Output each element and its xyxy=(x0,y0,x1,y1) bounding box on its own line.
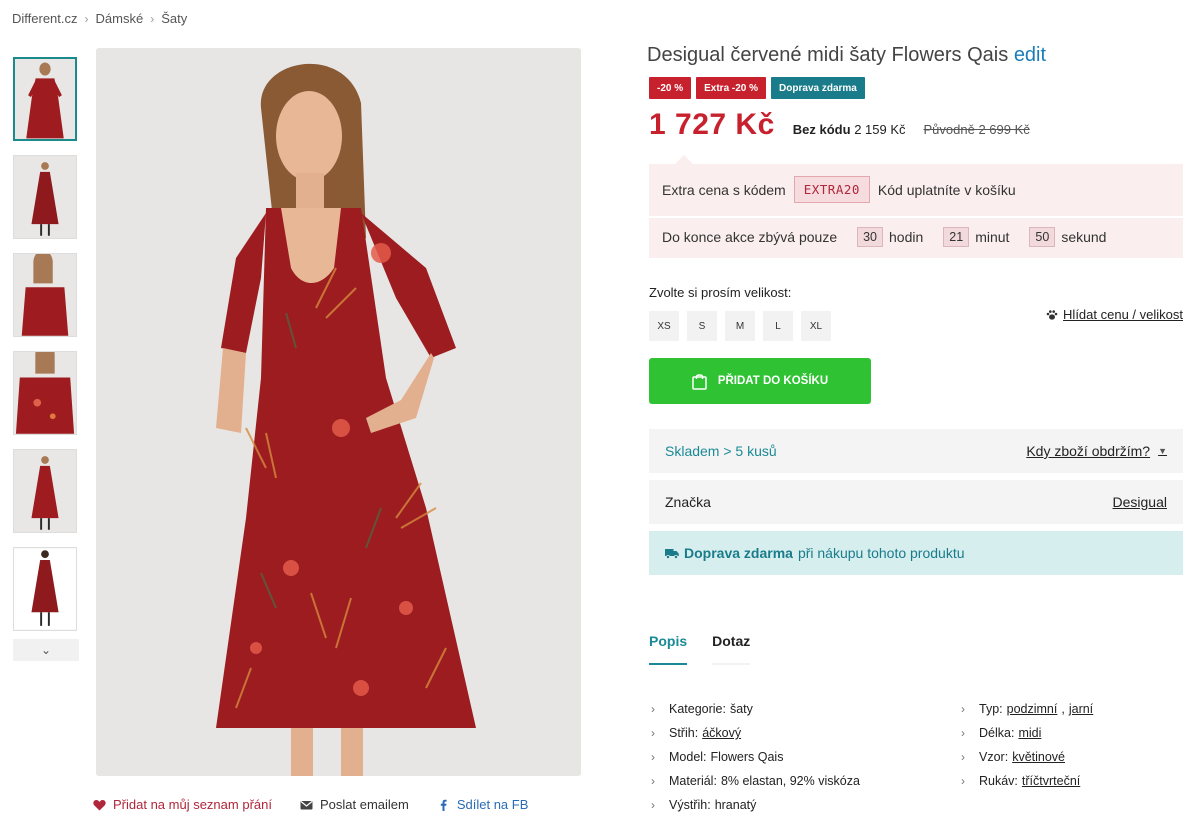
chevron-right-icon: › xyxy=(961,726,965,740)
promo-code-row: Extra cena s kódem EXTRA20 Kód uplatníte… xyxy=(662,176,1016,203)
thumbnail-2[interactable] xyxy=(13,155,77,239)
size-s[interactable]: S xyxy=(687,311,717,341)
brand-row: Značka Desigual xyxy=(649,480,1183,524)
specs-left: › Kategorie: šaty › Střih: áčkový › Model: Flo… xyxy=(649,697,959,817)
free-shipping-badge: Doprava zdarma xyxy=(771,77,865,99)
tab-question[interactable]: Dotaz xyxy=(712,633,751,665)
edit-link[interactable]: edit xyxy=(1014,44,1046,66)
chevron-down-icon[interactable]: ⌄ xyxy=(13,639,79,661)
stock-status: Skladem > 5 kusů xyxy=(665,443,777,459)
price-row: 1 727 Kč Bez kódu 2 159 Kč Původně 2 699… xyxy=(649,108,1030,142)
spec-item: › Typ: podzimní, jarní xyxy=(961,702,1094,716)
thumbnail-6[interactable] xyxy=(13,547,77,631)
countdown-row: Do konce akce zbývá pouze 30 hodin 21 mi… xyxy=(662,227,1107,247)
badges: -20 % Extra -20 % Doprava zdarma xyxy=(649,77,865,99)
product-main-image[interactable] xyxy=(96,48,581,776)
free-shipping-banner: Doprava zdarma při nákupu tohoto produkt… xyxy=(649,531,1183,575)
chevron-right-icon: › xyxy=(651,774,655,788)
paw-icon xyxy=(1046,309,1058,320)
spec-item: › Materiál: 8% elastan, 92% viskóza xyxy=(651,774,860,788)
spec-item: › Vzor: květinové xyxy=(961,750,1065,764)
spec-link[interactable]: áčkový xyxy=(702,726,741,740)
breadcrumb-home[interactable]: Different.cz xyxy=(12,11,78,26)
send-email-link[interactable]: Poslat emailem xyxy=(300,797,409,812)
size-m[interactable]: M xyxy=(725,311,755,341)
thumbnail-5[interactable] xyxy=(13,449,77,533)
size-xs[interactable]: XS xyxy=(649,311,679,341)
chevron-right-icon: › xyxy=(651,750,655,764)
chevron-right-icon: › xyxy=(961,702,965,716)
add-to-wishlist-link[interactable]: Přidat na můj seznam přání xyxy=(93,797,272,812)
spec-item: › Střih: áčkový xyxy=(651,726,742,740)
price-without-code: Bez kódu 2 159 Kč xyxy=(792,122,906,137)
size-l[interactable]: L xyxy=(763,311,793,341)
size-selector: XS S M L XL xyxy=(649,311,831,341)
original-price: Původně 2 699 Kč xyxy=(923,122,1030,137)
size-label: Zvolte si prosím velikost: xyxy=(649,285,792,300)
chevron-right-icon: › xyxy=(651,702,655,716)
spec-link[interactable]: jarní xyxy=(1069,702,1093,716)
spec-item: › Model: Flowers Qais xyxy=(651,750,784,764)
caret-down-icon: ▼ xyxy=(1158,446,1167,456)
tab-description[interactable]: Popis xyxy=(649,633,688,665)
spec-item: › Rukáv: tříčtvrteční xyxy=(961,774,1081,788)
chevron-right-icon: › xyxy=(961,774,965,788)
specs-right: › Typ: podzimní, jarní › Délka: midi › Vzor: kv… xyxy=(959,697,1093,817)
spec-item: › Kategorie: šaty xyxy=(651,702,753,716)
heart-icon xyxy=(93,799,106,810)
share-facebook-link[interactable]: Sdílet na FB xyxy=(437,797,528,812)
envelope-icon xyxy=(300,800,313,809)
countdown-minutes: 21 xyxy=(943,227,970,247)
thumbnail-4[interactable] xyxy=(13,351,77,435)
product-tabs: Popis Dotaz xyxy=(649,633,751,665)
shopping-bag-icon xyxy=(692,373,707,390)
spec-link[interactable]: květinové xyxy=(1012,750,1065,764)
image-actions: Přidat na můj seznam přání Poslat emaile… xyxy=(93,797,528,812)
stock-row: Skladem > 5 kusů Kdy zboží obdržím? ▼ xyxy=(649,429,1183,473)
chevron-right-icon: › xyxy=(84,11,89,26)
thumbnail-gallery: ⌄ xyxy=(13,57,79,661)
size-xl[interactable]: XL xyxy=(801,311,831,341)
countdown-hours: 30 xyxy=(857,227,884,247)
watch-price-link[interactable]: Hlídat cenu / velikost xyxy=(1046,307,1183,322)
promo-box: Extra cena s kódem EXTRA20 Kód uplatníte… xyxy=(649,155,1183,258)
spec-link[interactable]: midi xyxy=(1018,726,1041,740)
product-title: Desigual červené midi šaty Flowers Qais … xyxy=(647,44,1047,66)
thumbnail-3[interactable] xyxy=(13,253,77,337)
truck-icon xyxy=(665,548,679,559)
promo-code[interactable]: EXTRA20 xyxy=(793,176,870,203)
product-specs: › Kategorie: šaty › Střih: áčkový › Model: Flo… xyxy=(649,697,1183,817)
chevron-right-icon: › xyxy=(651,726,655,740)
spec-item: › Délka: midi xyxy=(961,726,1042,740)
breadcrumb-dresses[interactable]: Šaty xyxy=(161,11,187,26)
chevron-right-icon: › xyxy=(961,750,965,764)
add-to-cart-button[interactable]: PŘIDAT DO KOŠÍKU xyxy=(649,358,871,404)
extra-discount-badge: Extra -20 % xyxy=(696,77,767,99)
spec-link[interactable]: tříčtvrteční xyxy=(1022,774,1080,788)
thumbnail-1[interactable] xyxy=(13,57,77,141)
breadcrumb-women[interactable]: Dámské xyxy=(96,11,144,26)
divider xyxy=(649,216,1183,218)
facebook-icon xyxy=(440,799,447,811)
brand-link[interactable]: Desigual xyxy=(1113,494,1167,510)
brand-label: Značka xyxy=(665,494,711,510)
discount-badge: -20 % xyxy=(649,77,692,99)
chevron-right-icon: › xyxy=(651,798,655,812)
breadcrumb: Different.cz › Dámské › Šaty xyxy=(12,11,187,26)
countdown-seconds: 50 xyxy=(1029,227,1056,247)
spec-link[interactable]: podzimní xyxy=(1007,702,1058,716)
spec-item: › Výstřih: hranatý xyxy=(651,798,757,812)
chevron-right-icon: › xyxy=(150,11,155,26)
delivery-info-toggle[interactable]: Kdy zboží obdržím? ▼ xyxy=(1026,443,1167,459)
current-price: 1 727 Kč xyxy=(649,108,775,141)
